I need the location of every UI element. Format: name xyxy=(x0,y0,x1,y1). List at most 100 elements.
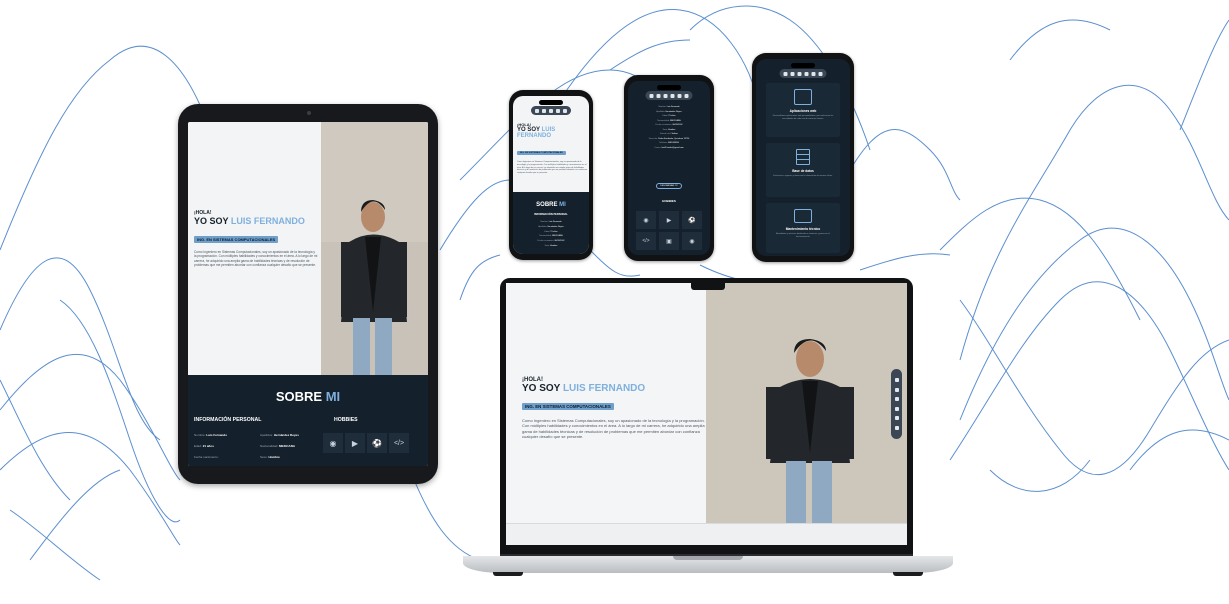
service-desc: Actividades y servicios destinados a man… xyxy=(776,233,830,238)
phone3-screen: Aplicaciones web Desarrollamos aplicacio… xyxy=(756,59,850,256)
service-desc: Estructuras, organiza y almacena la info… xyxy=(773,175,833,177)
headphones-icon[interactable]: ◉ xyxy=(636,211,656,229)
field-fecha: Fecha nacimiento: xyxy=(194,455,219,459)
folder-icon[interactable] xyxy=(663,93,668,98)
tools-icon[interactable] xyxy=(894,406,899,411)
personal-info-heading: INFORMACIÓN PERSONAL xyxy=(194,417,262,423)
home-icon[interactable] xyxy=(649,93,654,98)
about-title-b: MI xyxy=(325,389,341,404)
profession-badge: ING. EN SISTEMAS COMPUTACIONALES xyxy=(517,151,566,155)
about-title-b: MI xyxy=(559,202,566,208)
service-desc: Desarrollamos aplicaciones web personali… xyxy=(772,115,834,120)
phone2-navbar xyxy=(645,91,693,100)
download-cv-button[interactable]: DESCARGAR CV xyxy=(656,183,682,189)
laptop-notch xyxy=(691,283,725,290)
briefcase-icon[interactable] xyxy=(811,71,816,76)
contact-icon[interactable] xyxy=(684,93,689,98)
laptop-base xyxy=(463,556,953,573)
about-title-a: SOBRE xyxy=(536,202,558,208)
gamepad-icon[interactable]: ▣ xyxy=(659,232,679,250)
personal-info-heading: INFORMACIÓN PERSONAL xyxy=(534,213,568,216)
service-card-maintenance: Mantenimiento técnico Actividades y serv… xyxy=(766,203,840,253)
user-icon[interactable] xyxy=(656,93,661,98)
yo-soy-text: YO SOY xyxy=(194,216,229,226)
code-icon[interactable]: </> xyxy=(636,232,656,250)
web-app-icon xyxy=(794,89,812,105)
youtube-icon[interactable]: ▶ xyxy=(659,211,679,229)
profession-badge: ING. EN SISTEMAS COMPUTACIONALES xyxy=(522,403,614,410)
profile-photo xyxy=(706,283,907,523)
phone2-fields: Nombre: Luis Fernando Apellidos: Hernánd… xyxy=(628,105,710,150)
home-icon[interactable] xyxy=(894,378,899,383)
field-correo: Correo: luis2f.hrnder@gmail.com xyxy=(654,146,684,149)
person-illustration xyxy=(706,283,907,523)
phone3-notch xyxy=(791,63,815,68)
folder-icon[interactable] xyxy=(797,71,802,76)
phone1-hero-text: ¡HOLA! YO SOY LUIS FERNANDO ING. EN SIST… xyxy=(517,122,587,175)
field-apellidos: Apellidos: Hernández Reyes xyxy=(260,433,299,437)
maintenance-icon xyxy=(794,209,812,223)
laptop-feet xyxy=(463,572,953,577)
headphones-icon[interactable]: ◉ xyxy=(323,433,343,453)
laptop-foot-left xyxy=(493,572,523,576)
car-icon[interactable]: ◉ xyxy=(682,232,702,250)
tools-icon[interactable] xyxy=(804,71,809,76)
hobbies-grid: ◉ ▶ ⚽ </> xyxy=(323,433,409,453)
phone-hero-device: ¡HOLA! YO SOY LUIS FERNANDO ING. EN SIST… xyxy=(509,90,593,260)
about-title-a: SOBRE xyxy=(275,389,323,404)
contact-icon[interactable] xyxy=(818,71,823,76)
about-section: SOBRE MI INFORMACIÓN PERSONAL HOBBIES No… xyxy=(188,375,428,466)
home-icon[interactable] xyxy=(783,71,788,76)
profession-badge: ING. EN SISTEMAS COMPUTACIONALES xyxy=(194,236,279,243)
hero-heading: YO SOY LUIS FERNANDO xyxy=(517,127,587,139)
hero-heading: YO SOY LUIS FERNANDO xyxy=(522,384,712,394)
field-edad: Edad: 21 años xyxy=(194,444,214,448)
laptop-groove xyxy=(673,556,743,560)
field-sexo: Sexo: Hombre xyxy=(260,455,280,459)
user-icon[interactable] xyxy=(894,387,899,392)
yo-soy-text: YO SOY xyxy=(522,383,561,394)
phone-about-device: Nombre: Luis Fernando Apellidos: Hernánd… xyxy=(624,75,714,261)
user-icon[interactable] xyxy=(542,108,546,113)
phone1-notch xyxy=(539,100,563,105)
contact-icon[interactable] xyxy=(894,425,899,430)
folder-icon[interactable] xyxy=(549,108,553,113)
about-title: SOBRE MI xyxy=(513,202,589,208)
youtube-icon[interactable]: ▶ xyxy=(345,433,365,453)
tablet-screen: ¡HOLA! YO SOY LUIS FERNANDO ING. EN SIST… xyxy=(188,122,428,466)
laptop-screen: ¡HOLA! YO SOY LUIS FERNANDO ING. EN SIST… xyxy=(506,283,907,545)
phone2-screen: Nombre: Luis Fernando Apellidos: Hernánd… xyxy=(628,81,710,255)
code-icon[interactable]: </> xyxy=(389,433,409,453)
phone-services-device: Aplicaciones web Desarrollamos aplicacio… xyxy=(752,53,854,262)
phone2-hobbies: ◉ ▶ ⚽ </> ▣ ◉ xyxy=(636,211,702,250)
hero-bio: Como Ingeniero en Sistemas Computacional… xyxy=(522,418,705,440)
hero-heading: YO SOY LUIS FERNANDO xyxy=(194,217,318,226)
briefcase-icon[interactable] xyxy=(894,416,899,421)
hero-name: LUIS FERNANDO xyxy=(230,216,305,226)
tools-icon[interactable] xyxy=(556,108,560,113)
field-sexo: Sexo: Hombre xyxy=(544,244,558,247)
side-navbar xyxy=(891,369,902,439)
soccer-ball-icon[interactable]: ⚽ xyxy=(367,433,387,453)
laptop-screen-footer xyxy=(506,523,907,545)
user-icon[interactable] xyxy=(790,71,795,76)
home-icon[interactable] xyxy=(535,108,539,113)
phone1-about: SOBRE MI INFORMACIÓN PERSONAL Nombre: Lu… xyxy=(513,192,589,254)
mockup-stage: ¡HOLA! YO SOY LUIS FERNANDO ING. EN SIST… xyxy=(0,0,1229,604)
tablet-hero-text: ¡HOLA! YO SOY LUIS FERNANDO ING. EN SIST… xyxy=(194,210,318,267)
phone2-notch xyxy=(657,85,681,90)
phone3-navbar xyxy=(779,69,827,78)
phone1-navbar xyxy=(531,106,571,115)
hobbies-heading: HOBBIES xyxy=(334,417,358,423)
soccer-ball-icon[interactable]: ⚽ xyxy=(682,211,702,229)
briefcase-icon[interactable] xyxy=(677,93,682,98)
about-title: SOBRE MI xyxy=(188,389,428,404)
database-icon xyxy=(796,149,810,165)
folder-icon[interactable] xyxy=(894,397,899,402)
tools-icon[interactable] xyxy=(670,93,675,98)
briefcase-icon[interactable] xyxy=(563,108,567,113)
phone1-fields: Nombre: Luis Fernando Apellidos: Hernánd… xyxy=(513,220,589,249)
hero-bio: Como Ingeniero en Sistemas Computacional… xyxy=(517,161,587,175)
laptop-device: ¡HOLA! YO SOY LUIS FERNANDO ING. EN SIST… xyxy=(500,278,913,556)
service-card-web: Aplicaciones web Desarrollamos aplicacio… xyxy=(766,83,840,137)
